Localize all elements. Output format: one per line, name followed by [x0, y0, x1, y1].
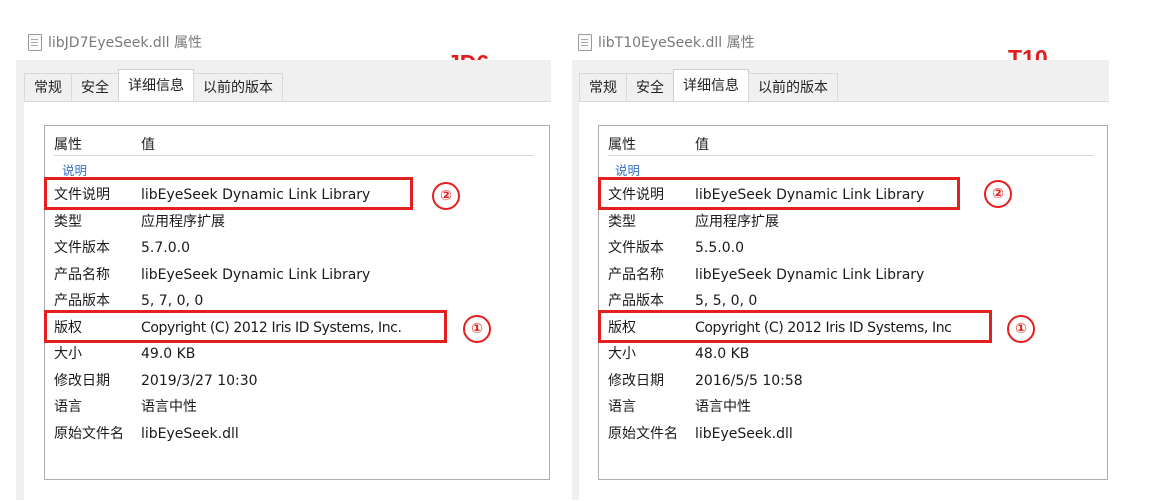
highlight-box-copyright [44, 310, 447, 343]
window-title-text: libT10EyeSeek.dll 属性 [598, 35, 755, 51]
property-value: 2016/5/5 10:58 [695, 373, 803, 389]
header-divider [54, 155, 534, 156]
property-name: 文件版本 [608, 240, 664, 256]
tab-details[interactable]: 详细信息 [118, 69, 194, 102]
file-icon [28, 33, 42, 51]
property-value: libEyeSeek.dll [141, 426, 239, 442]
tab-previous-versions[interactable]: 以前的版本 [748, 73, 838, 102]
property-name: 大小 [54, 346, 82, 362]
property-value: libEyeSeek.dll [695, 426, 793, 442]
property-value: 语言中性 [141, 399, 197, 415]
marker-1: ① [1007, 315, 1035, 343]
header-divider [608, 155, 1094, 156]
property-value: 应用程序扩展 [141, 214, 225, 230]
property-value: 48.0 KB [695, 346, 750, 362]
property-value: 2019/3/27 10:30 [141, 373, 258, 389]
tab-general[interactable]: 常规 [579, 73, 627, 102]
window-title: libJD7EyeSeek.dll 属性 [28, 32, 202, 52]
properties-panel-t10: libT10EyeSeek.dll 属性 T10 常规 安全 详细信息 以前的版… [562, 0, 1122, 501]
tab-security[interactable]: 安全 [71, 73, 119, 102]
property-value: libEyeSeek Dynamic Link Library [141, 267, 371, 283]
column-header-value[interactable]: 值 [141, 134, 155, 154]
property-value: libEyeSeek Dynamic Link Library [695, 267, 925, 283]
highlight-box-copyright [598, 310, 992, 343]
property-name: 原始文件名 [54, 426, 124, 442]
property-value: 5.5.0.0 [695, 240, 744, 256]
property-name: 语言 [608, 399, 636, 415]
marker-2: ② [984, 180, 1012, 208]
property-value: 49.0 KB [141, 346, 196, 362]
tab-security[interactable]: 安全 [626, 73, 674, 102]
highlight-box-description [598, 177, 960, 210]
property-name: 修改日期 [608, 373, 664, 389]
column-header-property[interactable]: 属性 [54, 134, 82, 154]
property-name: 产品名称 [608, 267, 664, 283]
property-value: 应用程序扩展 [695, 214, 779, 230]
tab-strip: 常规 安全 详细信息 以前的版本 [24, 69, 283, 102]
column-header-value[interactable]: 值 [695, 134, 709, 154]
properties-panel-jd6: libJD7EyeSeek.dll 属性 JD6 常规 安全 详细信息 以前的版… [0, 0, 560, 501]
property-value: 语言中性 [695, 399, 751, 415]
file-icon [578, 33, 592, 51]
property-name: 类型 [54, 214, 82, 230]
property-name: 语言 [54, 399, 82, 415]
window-title: libT10EyeSeek.dll 属性 [578, 32, 755, 52]
tab-previous-versions[interactable]: 以前的版本 [193, 73, 283, 102]
column-header-property[interactable]: 属性 [608, 134, 636, 154]
highlight-box-description [44, 177, 413, 210]
tab-general[interactable]: 常规 [24, 73, 72, 102]
marker-1: ① [463, 315, 491, 343]
property-name: 大小 [608, 346, 636, 362]
window-title-text: libJD7EyeSeek.dll 属性 [48, 35, 203, 51]
property-name: 类型 [608, 214, 636, 230]
property-name: 修改日期 [54, 373, 110, 389]
tab-details[interactable]: 详细信息 [673, 69, 749, 102]
property-name: 原始文件名 [608, 426, 678, 442]
tab-strip: 常规 安全 详细信息 以前的版本 [579, 69, 838, 102]
marker-2: ② [432, 182, 460, 210]
property-value: 5.7.0.0 [141, 240, 190, 256]
property-name: 产品名称 [54, 267, 110, 283]
property-name: 文件版本 [54, 240, 110, 256]
